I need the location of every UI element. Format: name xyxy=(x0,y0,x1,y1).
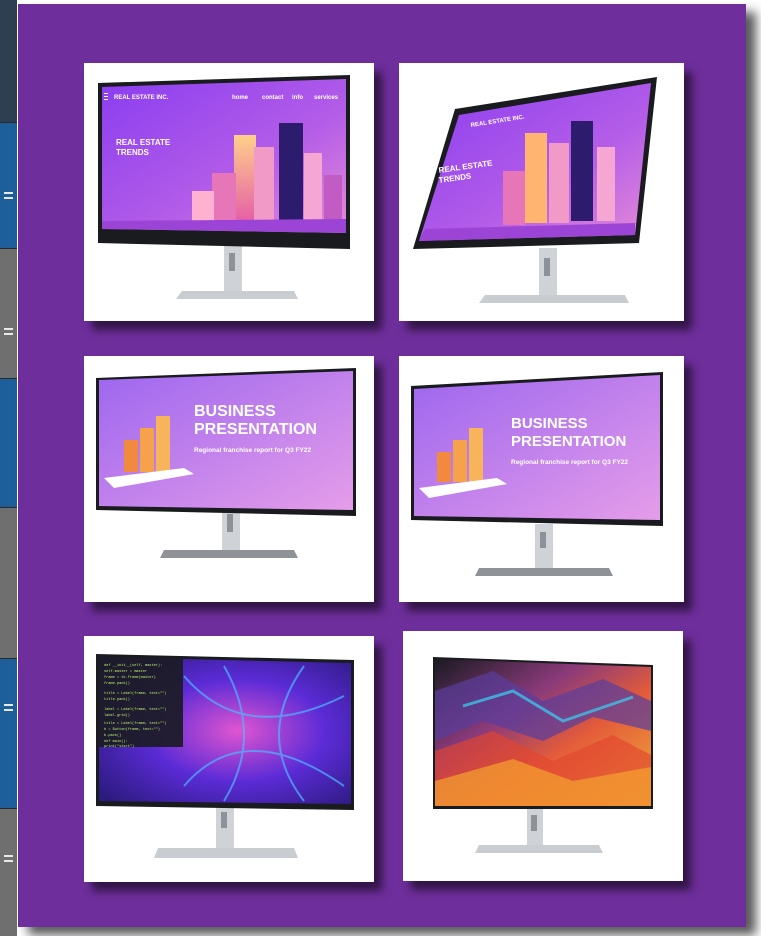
title-line-2: PRESENTATION xyxy=(511,433,626,450)
headline-line-2: TRENDS xyxy=(116,148,150,157)
monitor-image: BUSINESS PRESENTATION Regional franchise… xyxy=(96,368,356,558)
nav-services: services xyxy=(314,95,339,101)
monitor-image: def __init__(self, master): self.master … xyxy=(96,654,354,858)
gallery-panel: REAL ESTATE INC. home contact info servi… xyxy=(18,4,746,927)
sidebar-segment[interactable] xyxy=(0,809,17,936)
brand-label: REAL ESTATE INC. xyxy=(114,95,169,101)
gallery-card-business-front[interactable]: BUSINESS PRESENTATION Regional franchise… xyxy=(84,356,374,602)
code-line: b = Button(frame, text="") xyxy=(104,727,160,732)
code-line: title = Label(frame, text="") xyxy=(104,691,167,696)
code-line: self.master = master xyxy=(104,669,147,674)
sidebar-segment[interactable] xyxy=(0,0,17,123)
gallery-card-business-angled[interactable]: BUSINESS PRESENTATION Regional franchise… xyxy=(399,356,684,602)
code-line: def __init__(self, master): xyxy=(104,663,162,668)
code-line: print("start") xyxy=(104,744,134,749)
menu-icon[interactable] xyxy=(4,192,13,202)
sidebar-segment[interactable] xyxy=(0,123,17,249)
title-line-2: PRESENTATION xyxy=(194,421,317,438)
code-line: label = Label(frame, text="") xyxy=(104,707,167,712)
code-line: title.pack() xyxy=(104,697,130,702)
nav-info: info xyxy=(292,95,303,101)
title-line-1: BUSINESS xyxy=(194,403,276,420)
gallery-card-real-estate-angled[interactable]: REAL ESTATE INC. REAL ESTATE TRENDS xyxy=(399,63,684,321)
gallery-card-mountains-monitor[interactable] xyxy=(403,631,683,881)
monitor-image: BUSINESS PRESENTATION Regional franchise… xyxy=(411,372,663,576)
sidebar-segment[interactable] xyxy=(0,249,17,379)
code-line: frame.pack() xyxy=(104,681,130,686)
subtitle: Regional franchise report for Q3 FY22 xyxy=(194,447,311,454)
menu-icon[interactable] xyxy=(4,855,13,865)
code-line: b.pack() xyxy=(104,733,121,738)
nav-home: home xyxy=(232,95,249,101)
code-line: frame = tk.Frame(master) xyxy=(104,675,156,680)
gallery-card-real-estate-front[interactable]: REAL ESTATE INC. home contact info servi… xyxy=(84,63,374,321)
monitor-image: REAL ESTATE INC. home contact info servi… xyxy=(98,75,350,299)
left-sidebar-strip xyxy=(0,0,17,936)
subtitle: Regional franchise report for Q3 FY22 xyxy=(511,459,628,466)
code-line: label.grid() xyxy=(104,713,130,718)
menu-icon[interactable] xyxy=(4,328,13,338)
monitor-image: REAL ESTATE INC. REAL ESTATE TRENDS xyxy=(413,77,657,303)
nav-contact: contact xyxy=(262,95,283,101)
sidebar-segment[interactable] xyxy=(0,379,17,508)
sidebar-segment[interactable] xyxy=(0,659,17,809)
gallery-card-code-monitor[interactable]: def __init__(self, master): self.master … xyxy=(84,636,374,882)
headline-line-1: REAL ESTATE xyxy=(116,138,171,147)
code-line: def main(): xyxy=(104,739,128,744)
menu-icon[interactable] xyxy=(4,704,13,714)
sidebar-segment[interactable] xyxy=(0,508,17,659)
monitor-image xyxy=(433,657,653,853)
title-line-1: BUSINESS xyxy=(511,415,588,432)
code-line: title = Label(frame, text="") xyxy=(104,721,167,726)
